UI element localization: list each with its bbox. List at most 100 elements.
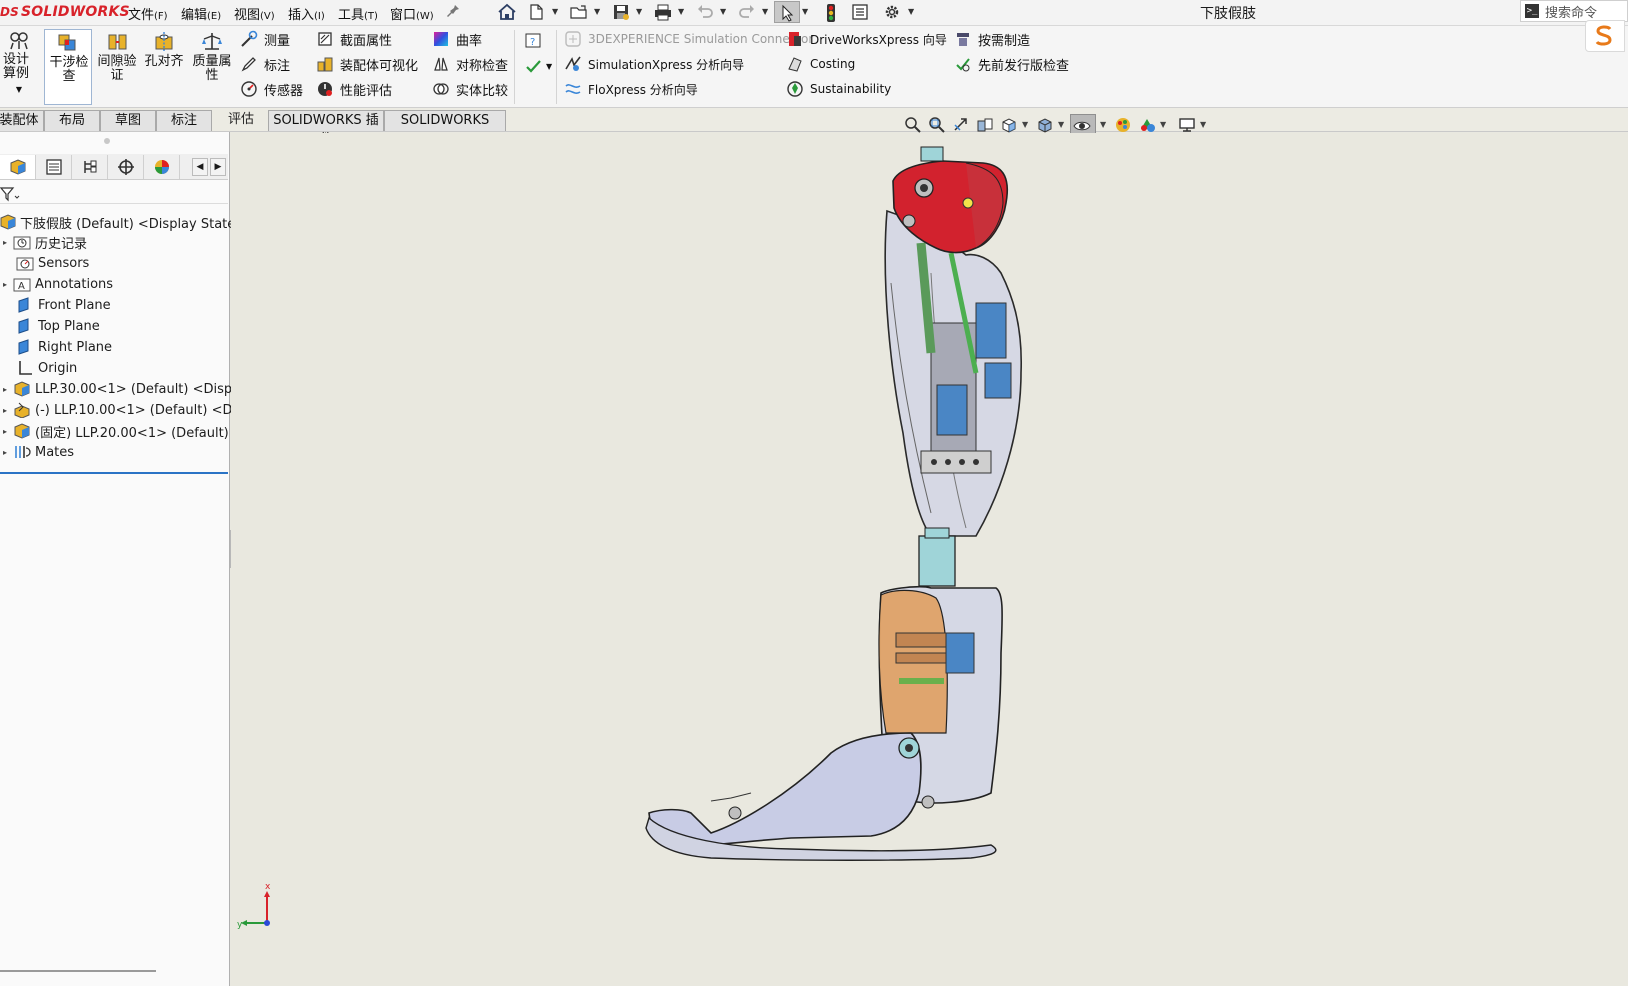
- performance-evaluation-button[interactable]: 性能评估: [316, 78, 392, 100]
- tree-item-mates[interactable]: ▸ Mates: [3, 442, 74, 462]
- expand-arrow-icon[interactable]: ▸: [3, 427, 13, 436]
- graphics-area[interactable]: x y: [231, 133, 1628, 986]
- pin-icon[interactable]: [442, 1, 468, 23]
- home-icon[interactable]: [494, 1, 520, 23]
- panel-horizontal-scrollbar[interactable]: [0, 970, 156, 972]
- tree-item-llp-30[interactable]: ▸ LLP.30.00<1> (Default) <Display: [3, 379, 251, 399]
- sw-assistant-badge[interactable]: [1585, 20, 1625, 52]
- sustainability-button[interactable]: Sustainability: [786, 78, 891, 100]
- new-document-icon[interactable]: [524, 1, 550, 23]
- chevron-down-icon[interactable]: ▼: [1200, 120, 1206, 129]
- expand-arrow-icon[interactable]: ▸: [3, 406, 13, 415]
- compare-bodies-button[interactable]: 实体比较: [432, 78, 508, 100]
- select-cursor-icon[interactable]: [774, 1, 800, 23]
- prosthetic-leg-model[interactable]: [231, 133, 1628, 986]
- costing-button[interactable]: Costing: [786, 53, 855, 75]
- options-gear-icon[interactable]: [880, 1, 906, 23]
- tree-item-history[interactable]: ▸ 历史记录: [3, 232, 87, 252]
- redo-icon[interactable]: [734, 1, 760, 23]
- expand-arrow-icon[interactable]: ▸: [3, 448, 13, 457]
- plane-icon: [18, 339, 29, 355]
- chevron-down-icon[interactable]: ▼: [678, 7, 686, 16]
- chevron-down-icon[interactable]: ▼: [1022, 120, 1028, 129]
- measure-button[interactable]: 测量: [240, 28, 290, 50]
- chevron-down-icon[interactable]: ▼: [594, 7, 602, 16]
- expand-arrow-icon[interactable]: ▸: [3, 280, 13, 289]
- chevron-down-icon[interactable]: ▼: [552, 7, 560, 16]
- markup-button[interactable]: 标注: [240, 53, 290, 75]
- floxpress-button[interactable]: FloXpress 分析向导: [564, 78, 698, 100]
- tree-item-origin[interactable]: Origin: [16, 358, 77, 378]
- expand-arrow-icon[interactable]: ▸: [3, 238, 13, 247]
- chevron-down-icon[interactable]: ▼: [802, 7, 810, 16]
- tab-propertymanager[interactable]: [36, 155, 72, 179]
- on-demand-manufacturing-button[interactable]: 按需制造: [954, 28, 1030, 50]
- chevron-down-icon[interactable]: ▼: [0, 83, 38, 97]
- menu-file[interactable]: 文件(F): [128, 4, 168, 23]
- menu-view[interactable]: 视图(V): [234, 4, 275, 23]
- chevron-down-icon[interactable]: ▼: [636, 7, 644, 16]
- tab-evaluate[interactable]: 评估: [216, 110, 266, 131]
- clearance-verification-button[interactable]: 间隙验证: [96, 29, 138, 105]
- symmetry-check-button[interactable]: 对称检查: [432, 53, 508, 75]
- chevron-down-icon[interactable]: ▼: [1058, 120, 1064, 129]
- tree-item-annotations[interactable]: ▸ A Annotations: [3, 274, 113, 294]
- menu-insert[interactable]: 插入(I): [288, 4, 325, 23]
- hole-alignment-button[interactable]: 孔对齐: [142, 29, 186, 105]
- tabs-scroll-right-button[interactable]: ▶: [210, 158, 226, 176]
- tab-solidworks-addins[interactable]: SOLIDWORKS 插件: [268, 110, 384, 147]
- sensor-button[interactable]: 传感器: [240, 78, 303, 100]
- design-study-button[interactable]: 设计算例 ▼: [0, 29, 38, 105]
- tabs-scroll-left-button[interactable]: ◀: [192, 158, 208, 176]
- curvature-button[interactable]: 曲率: [432, 28, 482, 50]
- rebuild-traffic-light-icon[interactable]: [818, 1, 844, 23]
- chevron-down-icon[interactable]: ▼: [720, 7, 728, 16]
- tree-item-top-plane[interactable]: Top Plane: [16, 316, 100, 336]
- tab-layout[interactable]: 布局: [44, 110, 100, 131]
- tab-dimxpertmanager[interactable]: [108, 155, 144, 179]
- chevron-down-icon[interactable]: ▼: [546, 62, 552, 71]
- driveworksxpress-button[interactable]: DriveWorksXpress 向导: [786, 28, 947, 50]
- 3dexperience-simulation-connector-button[interactable]: 3DEXPERIENCE Simulation Connector: [564, 28, 813, 50]
- simulationxpress-button[interactable]: SimulationXpress 分析向导: [564, 53, 744, 75]
- tab-markup[interactable]: 标注: [156, 110, 212, 131]
- chevron-down-icon[interactable]: ▼: [762, 7, 770, 16]
- check-help-button[interactable]: ?: [524, 30, 550, 52]
- interference-check-button[interactable]: 干涉检查: [44, 29, 92, 105]
- chevron-down-icon[interactable]: ▼: [1160, 120, 1166, 129]
- open-document-icon[interactable]: [566, 1, 592, 23]
- tree-item-llp-20[interactable]: ▸ (固定) LLP.20.00<1> (Default) <D: [3, 421, 254, 441]
- menu-edit[interactable]: 编辑(E): [181, 4, 221, 23]
- file-properties-icon[interactable]: [848, 1, 874, 23]
- solidworks-logo[interactable]: DS SOLIDWORKS: [0, 2, 130, 22]
- menu-window[interactable]: 窗口(W): [390, 4, 434, 23]
- section-properties-button[interactable]: 截面属性: [316, 28, 392, 50]
- check-drop-button[interactable]: ▼: [524, 55, 552, 77]
- clearance-label: 间隙验证: [97, 54, 137, 83]
- chevron-down-icon[interactable]: ▼: [908, 7, 916, 16]
- expand-arrow-icon[interactable]: ▸: [3, 385, 13, 394]
- tab-assembly[interactable]: 装配体: [0, 110, 44, 131]
- panel-grip-handle[interactable]: [104, 138, 110, 144]
- print-icon[interactable]: [650, 1, 676, 23]
- rollback-bar[interactable]: [0, 472, 228, 474]
- search-commands-box[interactable]: >_ 搜索命令: [1520, 0, 1628, 22]
- tab-sketch[interactable]: 草图: [100, 110, 156, 131]
- save-icon[interactable]: [608, 1, 634, 23]
- tree-item-sensors[interactable]: Sensors: [16, 253, 89, 273]
- menu-tools[interactable]: 工具(T): [338, 4, 378, 23]
- tab-solidworks-cam[interactable]: SOLIDWORKS CAM: [384, 110, 506, 147]
- tree-item-llp-10[interactable]: ▸ (-) LLP.10.00<1> (Default) <Displ: [3, 400, 255, 420]
- tab-featuremanager[interactable]: [0, 155, 36, 179]
- assembly-visualization-button[interactable]: 装配体可视化: [316, 53, 418, 75]
- mass-properties-button[interactable]: 质量属性: [190, 29, 234, 105]
- tree-root-assembly[interactable]: 下肢假肢 (Default) <Display State-1>: [0, 212, 259, 232]
- tab-displaymanager[interactable]: [144, 155, 180, 179]
- undo-icon[interactable]: [692, 1, 718, 23]
- tree-item-right-plane[interactable]: Right Plane: [16, 337, 112, 357]
- chevron-down-icon[interactable]: ▼: [1100, 120, 1106, 129]
- previous-release-check-button[interactable]: 先前发行版检查: [954, 53, 1069, 75]
- tab-configurationmanager[interactable]: [72, 155, 108, 179]
- filter-funnel-icon[interactable]: [0, 186, 20, 202]
- tree-item-front-plane[interactable]: Front Plane: [16, 295, 111, 315]
